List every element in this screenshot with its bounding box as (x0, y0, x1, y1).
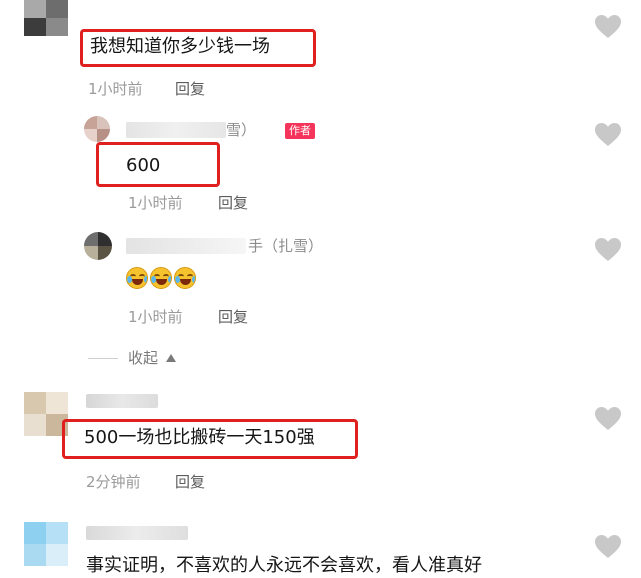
username-blurred (86, 394, 158, 408)
comment-time: 1小时前 (128, 308, 183, 326)
avatar[interactable] (24, 0, 68, 36)
username-blurred (126, 238, 246, 254)
avatar[interactable] (84, 116, 110, 142)
heart-icon[interactable] (594, 14, 622, 40)
author-badge: 作者 (285, 123, 315, 139)
reply-button[interactable]: 回复 (218, 193, 248, 213)
comment-text: 事实证明，不喜欢的人永远不会喜欢，看人准真好 (86, 555, 482, 576)
rofl-emoji-icon (150, 267, 172, 289)
collapse-button[interactable]: 收起 (128, 348, 177, 368)
heart-icon[interactable] (594, 406, 622, 432)
triangle-up-icon (166, 354, 177, 362)
comment-time: 1小时前 (88, 80, 143, 98)
heart-icon[interactable] (594, 534, 622, 560)
avatar[interactable] (84, 232, 112, 260)
heart-icon[interactable] (594, 122, 622, 148)
username-blurred (86, 526, 188, 540)
rofl-emoji-icon (174, 267, 196, 289)
comment-text: 我想知道你多少钱一场 (90, 36, 270, 57)
heart-icon[interactable] (594, 237, 622, 263)
comment-text: 500一场也比搬砖一天150强 (84, 427, 315, 448)
collapse-divider (88, 358, 118, 359)
emoji-text: 🤣🤣🤣 (126, 266, 212, 292)
comment-time: 1小时前 (128, 194, 183, 212)
rofl-emoji-icon (126, 267, 148, 289)
username[interactable]: 雪） (226, 120, 256, 140)
reply-button[interactable]: 回复 (218, 307, 248, 327)
reply-button[interactable]: 回复 (175, 79, 205, 99)
reply-button[interactable]: 回复 (175, 472, 205, 492)
username-blurred (126, 122, 226, 138)
comment-time: 2分钟前 (86, 473, 141, 491)
comment-text: 600 (126, 155, 161, 176)
username[interactable]: 手（扎雪） (248, 236, 323, 256)
avatar[interactable] (24, 522, 68, 566)
collapse-label: 收起 (128, 349, 159, 367)
